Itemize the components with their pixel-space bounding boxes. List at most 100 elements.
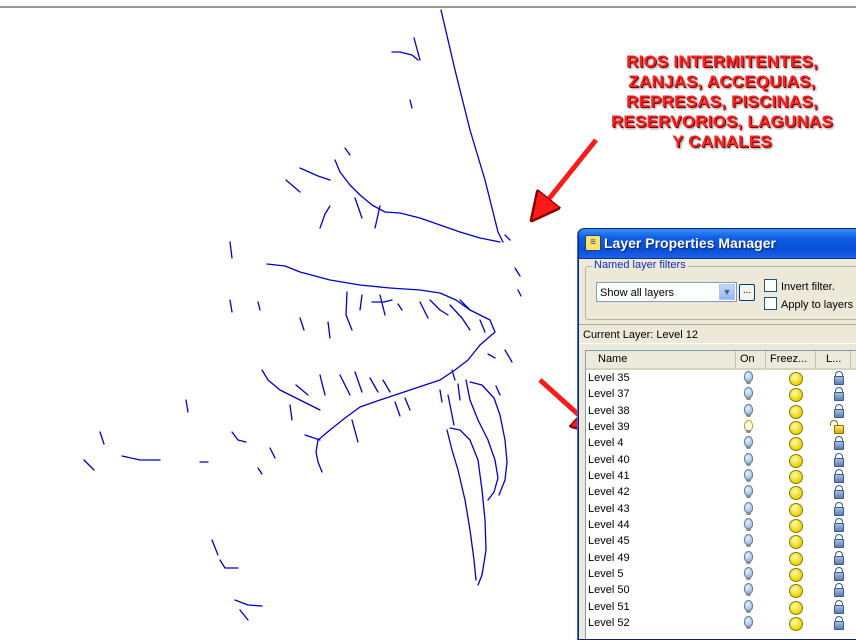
lock-icon[interactable] xyxy=(834,469,844,484)
table-row[interactable]: Level 51 xyxy=(586,599,856,615)
lock-icon[interactable] xyxy=(834,371,844,385)
lock-icon[interactable] xyxy=(834,599,844,614)
lock-icon[interactable] xyxy=(834,534,844,549)
lightbulb-off-icon[interactable] xyxy=(744,420,753,434)
column-header-lock[interactable]: L... xyxy=(816,351,851,368)
lightbulb-on-icon[interactable] xyxy=(744,501,753,515)
invert-filter-label: Invert filter. xyxy=(781,281,835,293)
sun-thawed-icon[interactable] xyxy=(789,388,803,403)
table-row[interactable]: Level 42 xyxy=(586,484,856,501)
lock-icon[interactable] xyxy=(834,550,844,565)
lightbulb-on-icon[interactable] xyxy=(744,567,753,581)
lock-icon[interactable] xyxy=(834,501,844,516)
lightbulb-on-icon[interactable] xyxy=(744,452,753,466)
table-row[interactable]: Level 5 xyxy=(586,566,856,583)
invert-filter-checkbox[interactable]: Invert filter. xyxy=(764,279,835,293)
checkbox-icon[interactable] xyxy=(764,297,777,310)
table-row[interactable]: Level 52 xyxy=(586,615,856,632)
layer-name: Level 49 xyxy=(588,551,630,564)
layer-name: Level 38 xyxy=(588,404,630,417)
layer-rows: Level 35 Level 37 Level 38 Level 39 Level 4 L… xyxy=(586,370,856,632)
table-row[interactable]: Level 4 xyxy=(586,435,856,452)
lock-icon[interactable] xyxy=(834,452,844,467)
lock-icon[interactable] xyxy=(834,436,844,451)
filter-dropdown[interactable]: Show all layers ▼ xyxy=(596,282,737,302)
sun-thawed-icon[interactable] xyxy=(789,404,803,419)
apply-to-layers-label: Apply to layers to xyxy=(781,299,856,311)
lightbulb-on-icon[interactable] xyxy=(744,469,753,483)
layer-name: Level 35 xyxy=(588,372,630,384)
sun-thawed-icon[interactable] xyxy=(789,486,803,501)
lightbulb-on-icon[interactable] xyxy=(744,616,753,630)
table-row[interactable]: Level 35 xyxy=(586,370,856,386)
sun-thawed-icon[interactable] xyxy=(789,372,803,386)
sun-thawed-icon[interactable] xyxy=(789,600,803,615)
lightbulb-on-icon[interactable] xyxy=(744,583,753,597)
current-layer-label: Current Layer: xyxy=(583,329,654,341)
lock-icon[interactable] xyxy=(834,387,844,402)
lightbulb-on-icon[interactable] xyxy=(744,387,753,401)
lightbulb-on-icon[interactable] xyxy=(744,534,753,548)
sun-thawed-icon[interactable] xyxy=(789,421,803,436)
sun-thawed-icon[interactable] xyxy=(789,584,803,599)
lightbulb-on-icon[interactable] xyxy=(744,436,753,450)
lightbulb-on-icon[interactable] xyxy=(744,599,753,613)
table-row[interactable]: Level 39 xyxy=(586,419,856,436)
unlock-icon[interactable] xyxy=(830,420,844,435)
lock-icon[interactable] xyxy=(834,583,844,598)
sun-thawed-icon[interactable] xyxy=(789,617,803,632)
layer-name: Level 45 xyxy=(588,535,630,548)
layer-name: Level 44 xyxy=(588,519,630,532)
layer-properties-window[interactable]: ≡ Layer Properties Manager Named layer f… xyxy=(578,228,856,640)
layer-name: Level 51 xyxy=(588,600,630,613)
lock-icon[interactable] xyxy=(834,616,844,631)
window-title: Layer Properties Manager xyxy=(604,235,776,251)
filter-browse-button[interactable]: ... xyxy=(739,284,755,301)
apply-to-layers-checkbox[interactable]: Apply to layers to xyxy=(764,297,856,311)
sun-thawed-icon[interactable] xyxy=(789,437,803,452)
table-row[interactable]: Level 45 xyxy=(586,533,856,550)
current-layer-bar: Current Layer: Level 12 xyxy=(579,324,856,344)
lock-icon[interactable] xyxy=(834,403,844,418)
hydrography-lines xyxy=(83,9,522,621)
table-row[interactable]: Level 49 xyxy=(586,550,856,566)
table-row[interactable]: Level 38 xyxy=(586,403,856,419)
annotation-label: RIOS INTERMITENTES, ZANJAS, ACCEQUIAS, R… xyxy=(611,52,833,151)
layer-name: Level 41 xyxy=(588,470,630,483)
sun-thawed-icon[interactable] xyxy=(789,535,803,550)
layer-name: Level 52 xyxy=(588,617,630,630)
sun-thawed-icon[interactable] xyxy=(789,519,803,534)
lock-icon[interactable] xyxy=(834,567,844,582)
table-row[interactable]: Level 44 xyxy=(586,517,856,534)
lock-icon[interactable] xyxy=(834,485,844,500)
lock-icon[interactable] xyxy=(834,518,844,533)
lightbulb-on-icon[interactable] xyxy=(744,550,753,564)
column-header-on[interactable]: On xyxy=(736,351,766,368)
lightbulb-on-icon[interactable] xyxy=(744,371,753,384)
sun-thawed-icon[interactable] xyxy=(789,551,803,566)
column-header-freeze[interactable]: Freez... xyxy=(766,351,816,368)
filter-selected-value: Show all layers xyxy=(600,287,674,299)
window-title-bar[interactable]: ≡ Layer Properties Manager xyxy=(579,229,856,259)
layer-name: Level 42 xyxy=(588,486,630,499)
table-row[interactable]: Level 50 xyxy=(586,582,856,599)
lightbulb-on-icon[interactable] xyxy=(744,403,753,417)
layer-grid[interactable]: Name On Freez... L... Level 35 Level 37 Le… xyxy=(585,350,856,639)
sun-thawed-icon[interactable] xyxy=(789,568,803,583)
layer-name: Level 37 xyxy=(588,388,630,401)
layer-manager-icon: ≡ xyxy=(585,235,601,251)
chevron-down-icon[interactable]: ▼ xyxy=(719,284,735,300)
lightbulb-on-icon[interactable] xyxy=(744,518,753,532)
sun-thawed-icon[interactable] xyxy=(789,470,803,485)
table-row[interactable]: Level 37 xyxy=(586,386,856,403)
layer-name: Level 50 xyxy=(588,584,630,597)
checkbox-icon[interactable] xyxy=(764,279,777,292)
table-row[interactable]: Level 43 xyxy=(586,501,856,517)
lightbulb-on-icon[interactable] xyxy=(744,485,753,499)
sun-thawed-icon[interactable] xyxy=(789,453,803,468)
layer-name: Level 43 xyxy=(588,502,630,515)
table-row[interactable]: Level 40 xyxy=(586,452,856,468)
sun-thawed-icon[interactable] xyxy=(789,502,803,517)
table-row[interactable]: Level 41 xyxy=(586,468,856,485)
column-header-name[interactable]: Name xyxy=(586,351,736,368)
